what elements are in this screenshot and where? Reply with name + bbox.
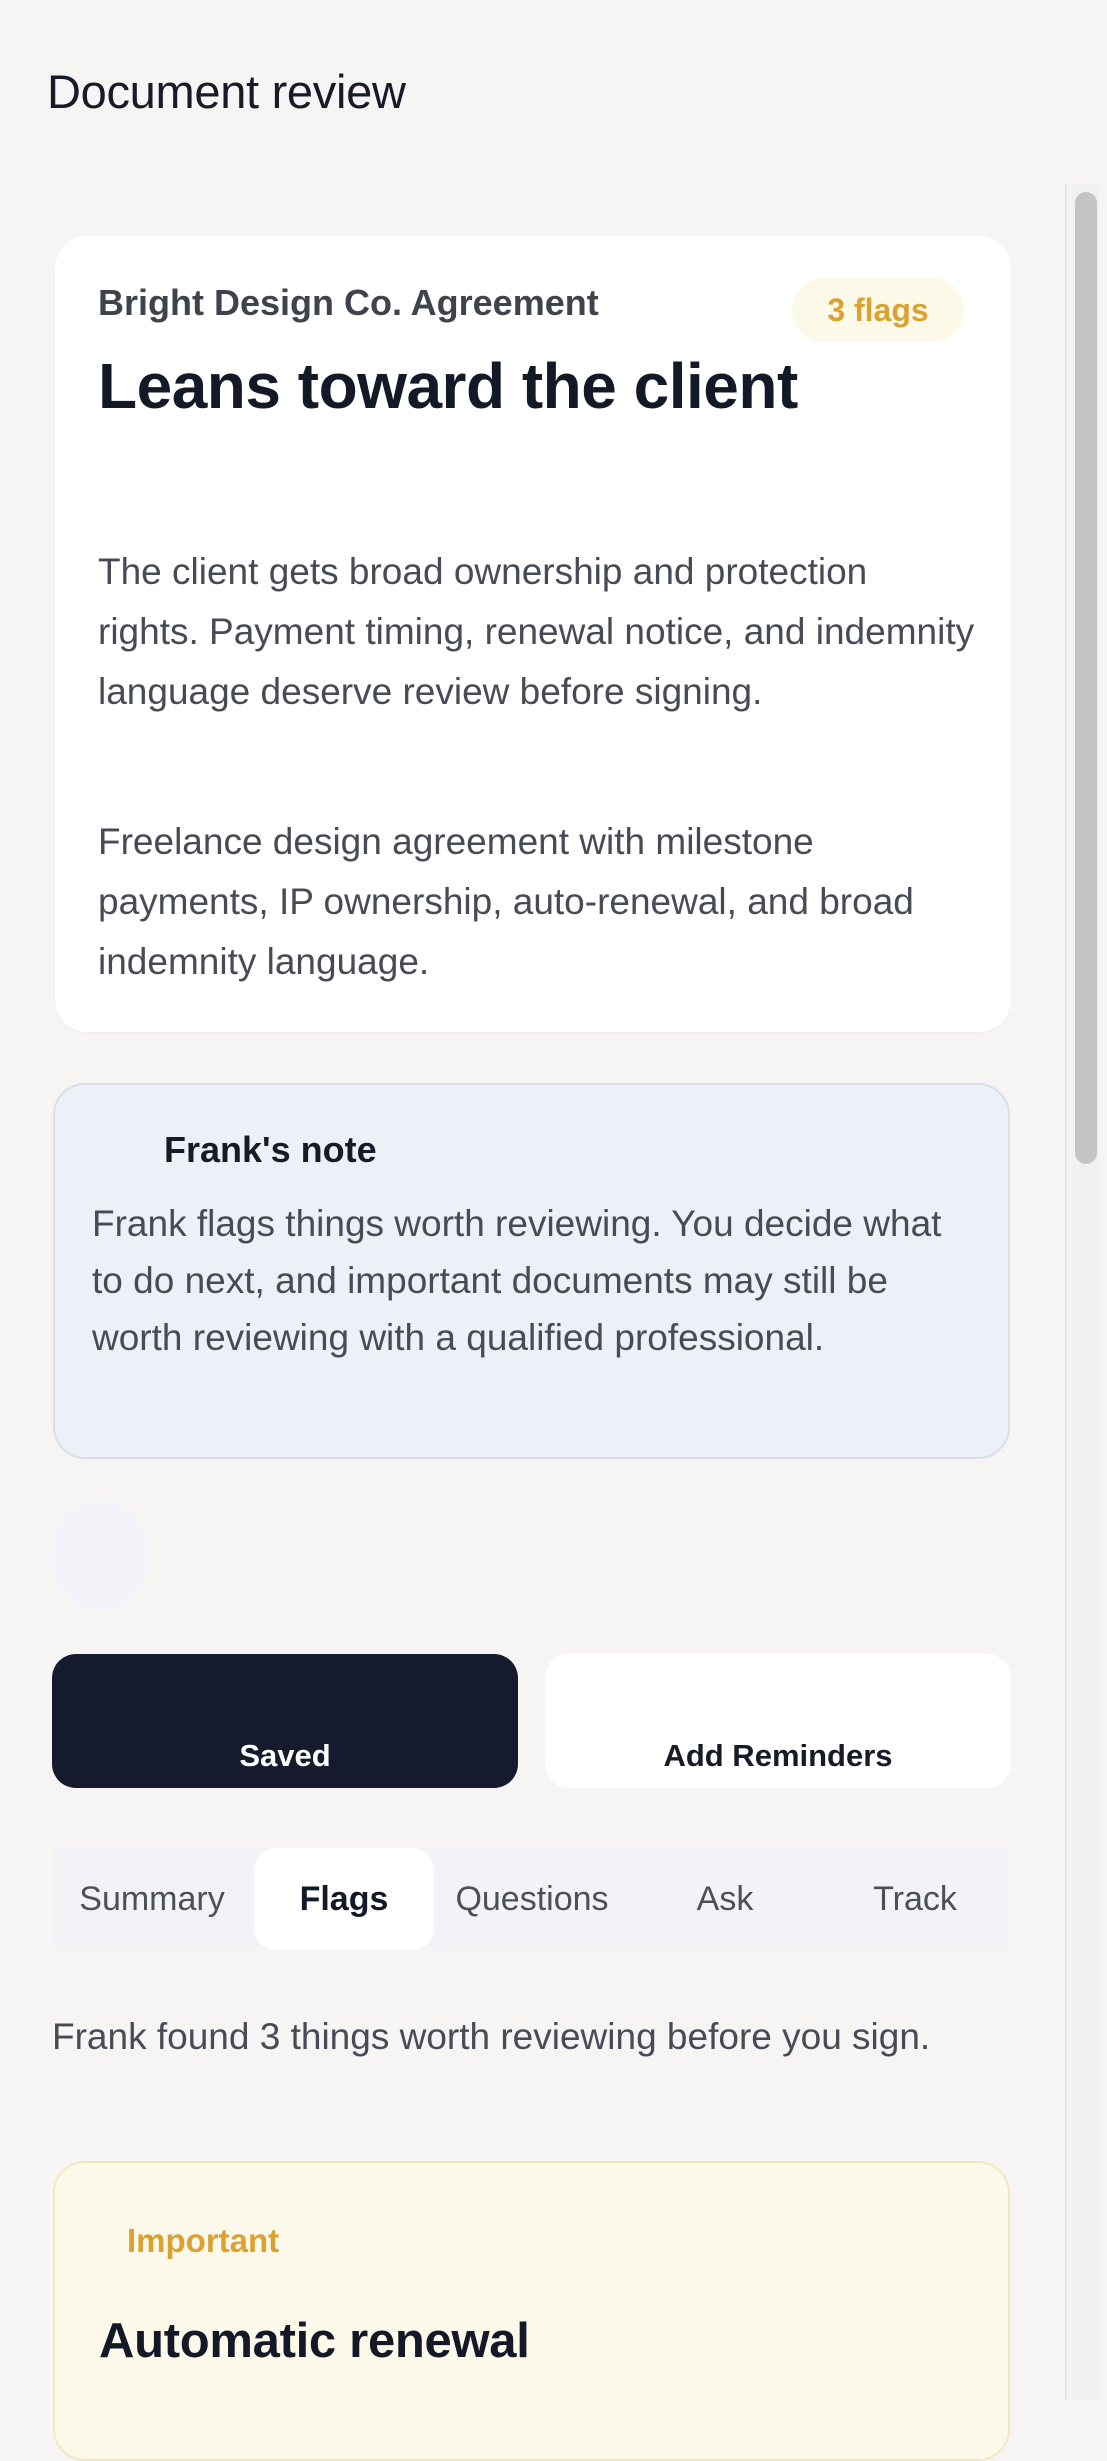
document-name: Bright Design Co. Agreement (98, 282, 599, 323)
flag-title: Automatic renewal (99, 2314, 530, 2368)
summary-card: Bright Design Co. Agreement 3 flags Lean… (55, 236, 1011, 1032)
note-title: Frank's note (164, 1129, 377, 1170)
tab-ask[interactable]: Ask (630, 1848, 820, 1950)
flags-intro: Frank found 3 things worth reviewing bef… (52, 2016, 931, 2057)
verdict-explanation: The client gets broad ownership and prot… (98, 551, 975, 712)
saved-button[interactable]: Saved (52, 1654, 518, 1788)
tab-track[interactable]: Track (820, 1848, 1010, 1950)
review-tabs: Summary Flags Questions Ask Track (52, 1848, 1010, 1950)
flag-card[interactable]: Important Automatic renewal (53, 2161, 1010, 2461)
document-description: Freelance design agreement with mileston… (98, 821, 914, 982)
frank-note-card: Frank's note Frank flags things worth re… (53, 1083, 1010, 1459)
tab-summary[interactable]: Summary (52, 1848, 252, 1950)
verdict-heading: Leans toward the client (98, 350, 798, 422)
note-body: Frank flags things worth reviewing. You … (92, 1203, 942, 1358)
tab-flags[interactable]: Flags (254, 1848, 434, 1950)
tab-questions[interactable]: Questions (434, 1848, 630, 1950)
scrollbar-thumb[interactable] (1075, 192, 1097, 1164)
page-title: Document review (47, 65, 406, 118)
add-reminders-button[interactable]: Add Reminders (545, 1654, 1011, 1788)
placeholder-icon (50, 1500, 150, 1610)
flag-count-badge: 3 flags (792, 278, 964, 342)
flag-severity-label: Important (127, 2222, 280, 2259)
